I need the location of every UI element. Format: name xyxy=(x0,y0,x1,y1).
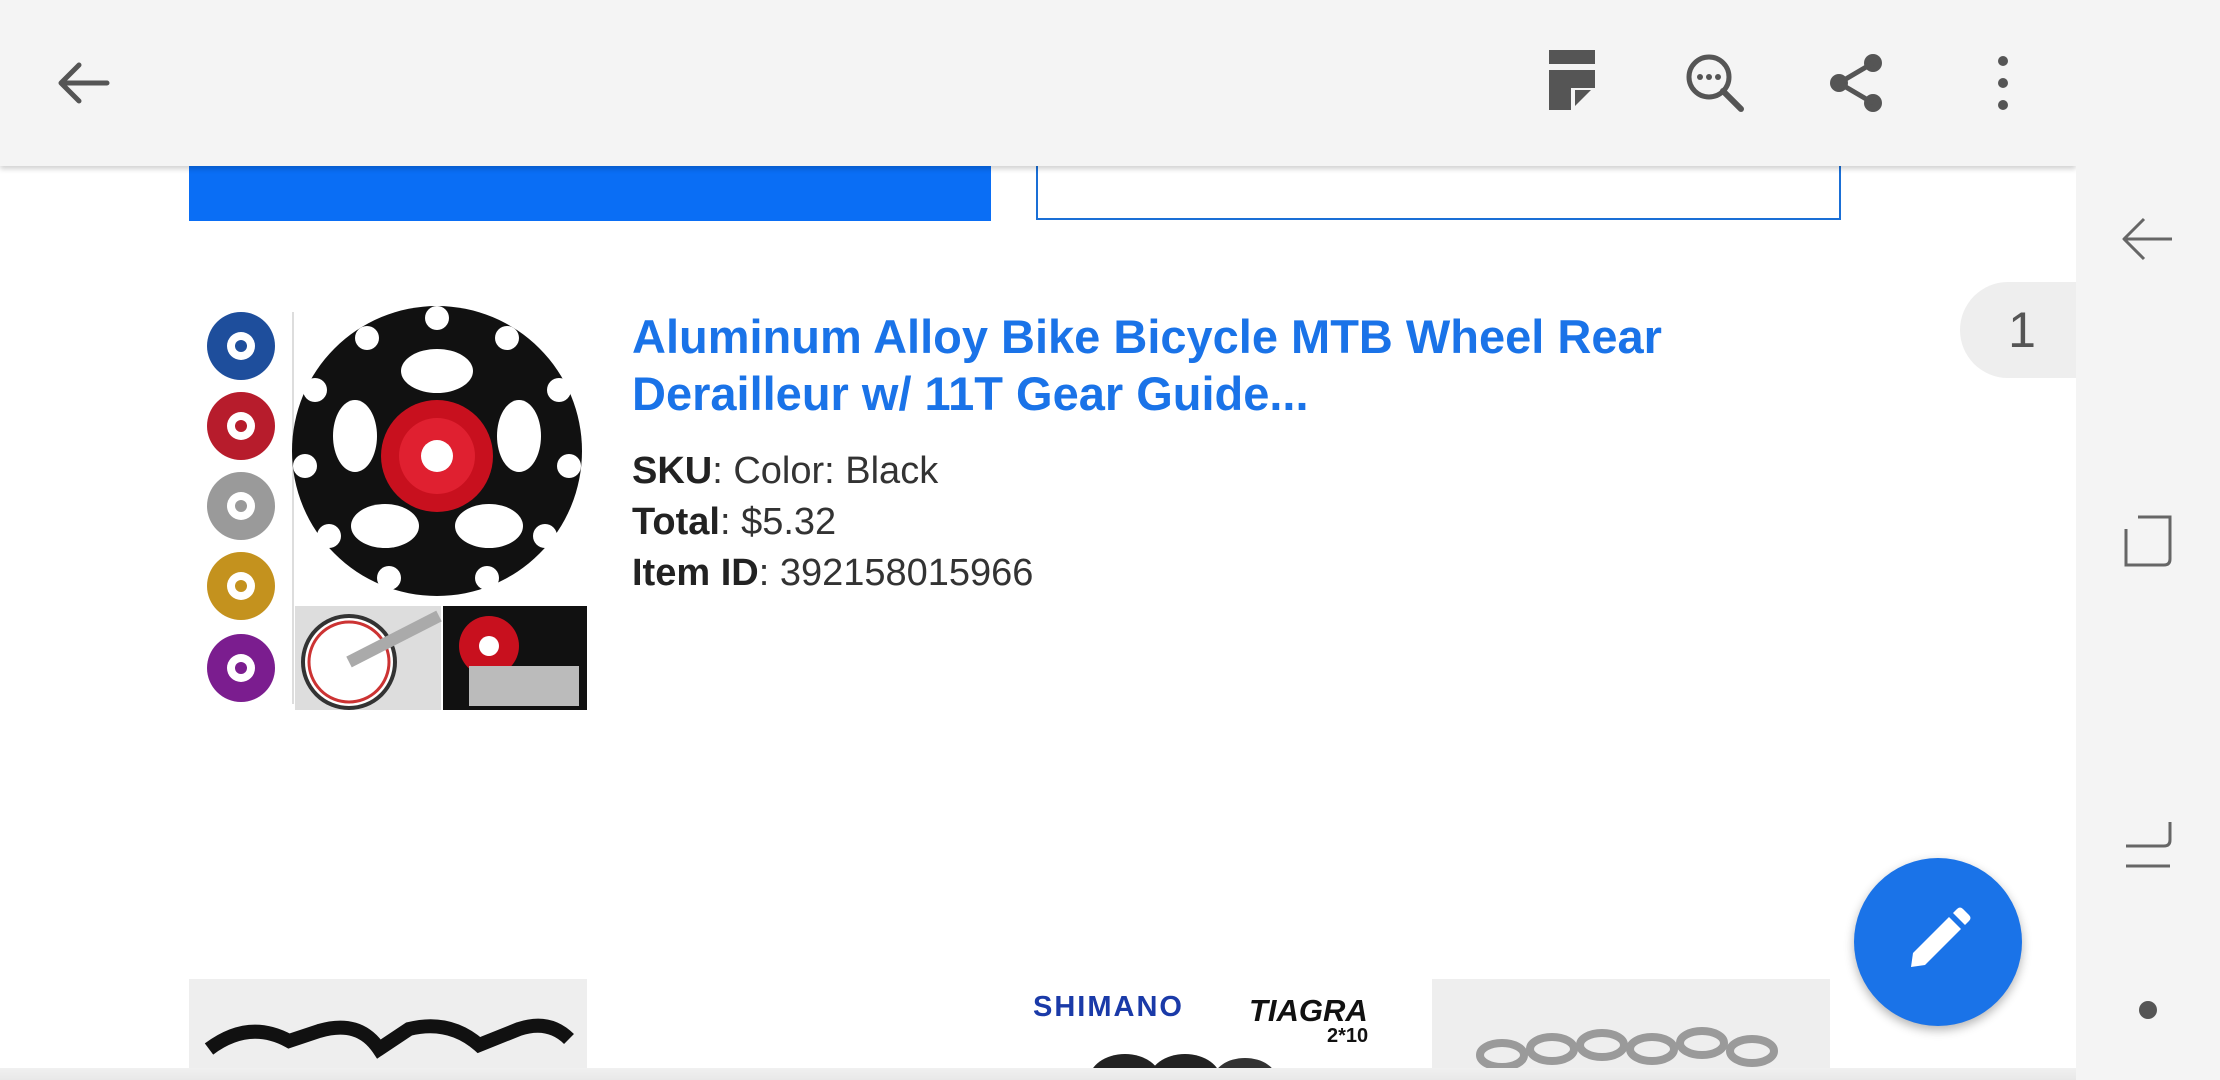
hide-nav-dot-icon xyxy=(2137,999,2159,1026)
more-options-button[interactable] xyxy=(1963,43,2043,123)
next-product-image-3[interactable] xyxy=(1432,979,1830,1080)
share-button[interactable] xyxy=(1817,43,1897,123)
system-back-button[interactable] xyxy=(2108,201,2188,281)
item-sku: SKU: Color: Black xyxy=(632,448,938,494)
item-title-link[interactable]: Aluminum Alloy Bike Bicycle MTB Wheel Re… xyxy=(632,308,1812,422)
arrow-left-icon xyxy=(53,53,113,113)
home-gesture-icon xyxy=(2122,818,2174,879)
total-value: : $5.32 xyxy=(719,501,837,543)
color-swatch-blue xyxy=(207,312,275,380)
item-id: Item ID: 392158015966 xyxy=(632,550,1033,596)
pencil-icon xyxy=(1903,905,1973,980)
sku-label: SKU xyxy=(632,450,713,492)
hide-nav-button[interactable] xyxy=(2108,972,2188,1052)
item-id-label: Item ID xyxy=(632,552,759,594)
total-label: Total xyxy=(632,501,720,543)
color-swatch-silver xyxy=(207,472,275,540)
item-total: Total: $5.32 xyxy=(632,499,836,545)
next-product-image-2[interactable]: SHIMANO TIAGRA 2*10 xyxy=(1015,979,1407,1080)
app-toolbar xyxy=(0,0,2076,166)
next-product-image-1[interactable] xyxy=(189,979,587,1080)
more-vert-icon xyxy=(1993,53,2013,113)
color-swatch-purple xyxy=(207,634,275,702)
recents-button[interactable] xyxy=(2108,503,2188,583)
edit-fab-button[interactable] xyxy=(1854,858,2022,1026)
system-navigation-bar xyxy=(2076,0,2220,1080)
reader-mode-button[interactable] xyxy=(1531,43,1611,123)
sku-value: : Color: Black xyxy=(712,450,939,492)
pulley-main xyxy=(292,306,582,596)
home-button[interactable] xyxy=(2108,808,2188,888)
product-image[interactable] xyxy=(189,306,587,710)
color-swatch-red xyxy=(207,392,275,460)
bottom-edge xyxy=(0,1068,2076,1080)
share-icon xyxy=(1827,53,1887,113)
reader-mode-icon xyxy=(1541,48,1601,118)
nav-back-icon xyxy=(2120,211,2176,272)
find-in-page-button[interactable] xyxy=(1675,43,1755,123)
recents-icon xyxy=(2122,513,2174,574)
back-button[interactable] xyxy=(43,43,123,123)
page-number-badge: 1 xyxy=(1960,282,2076,378)
color-swatch-gold xyxy=(207,552,275,620)
item-id-value: : 392158015966 xyxy=(758,552,1034,594)
find-in-page-icon xyxy=(1683,51,1747,115)
